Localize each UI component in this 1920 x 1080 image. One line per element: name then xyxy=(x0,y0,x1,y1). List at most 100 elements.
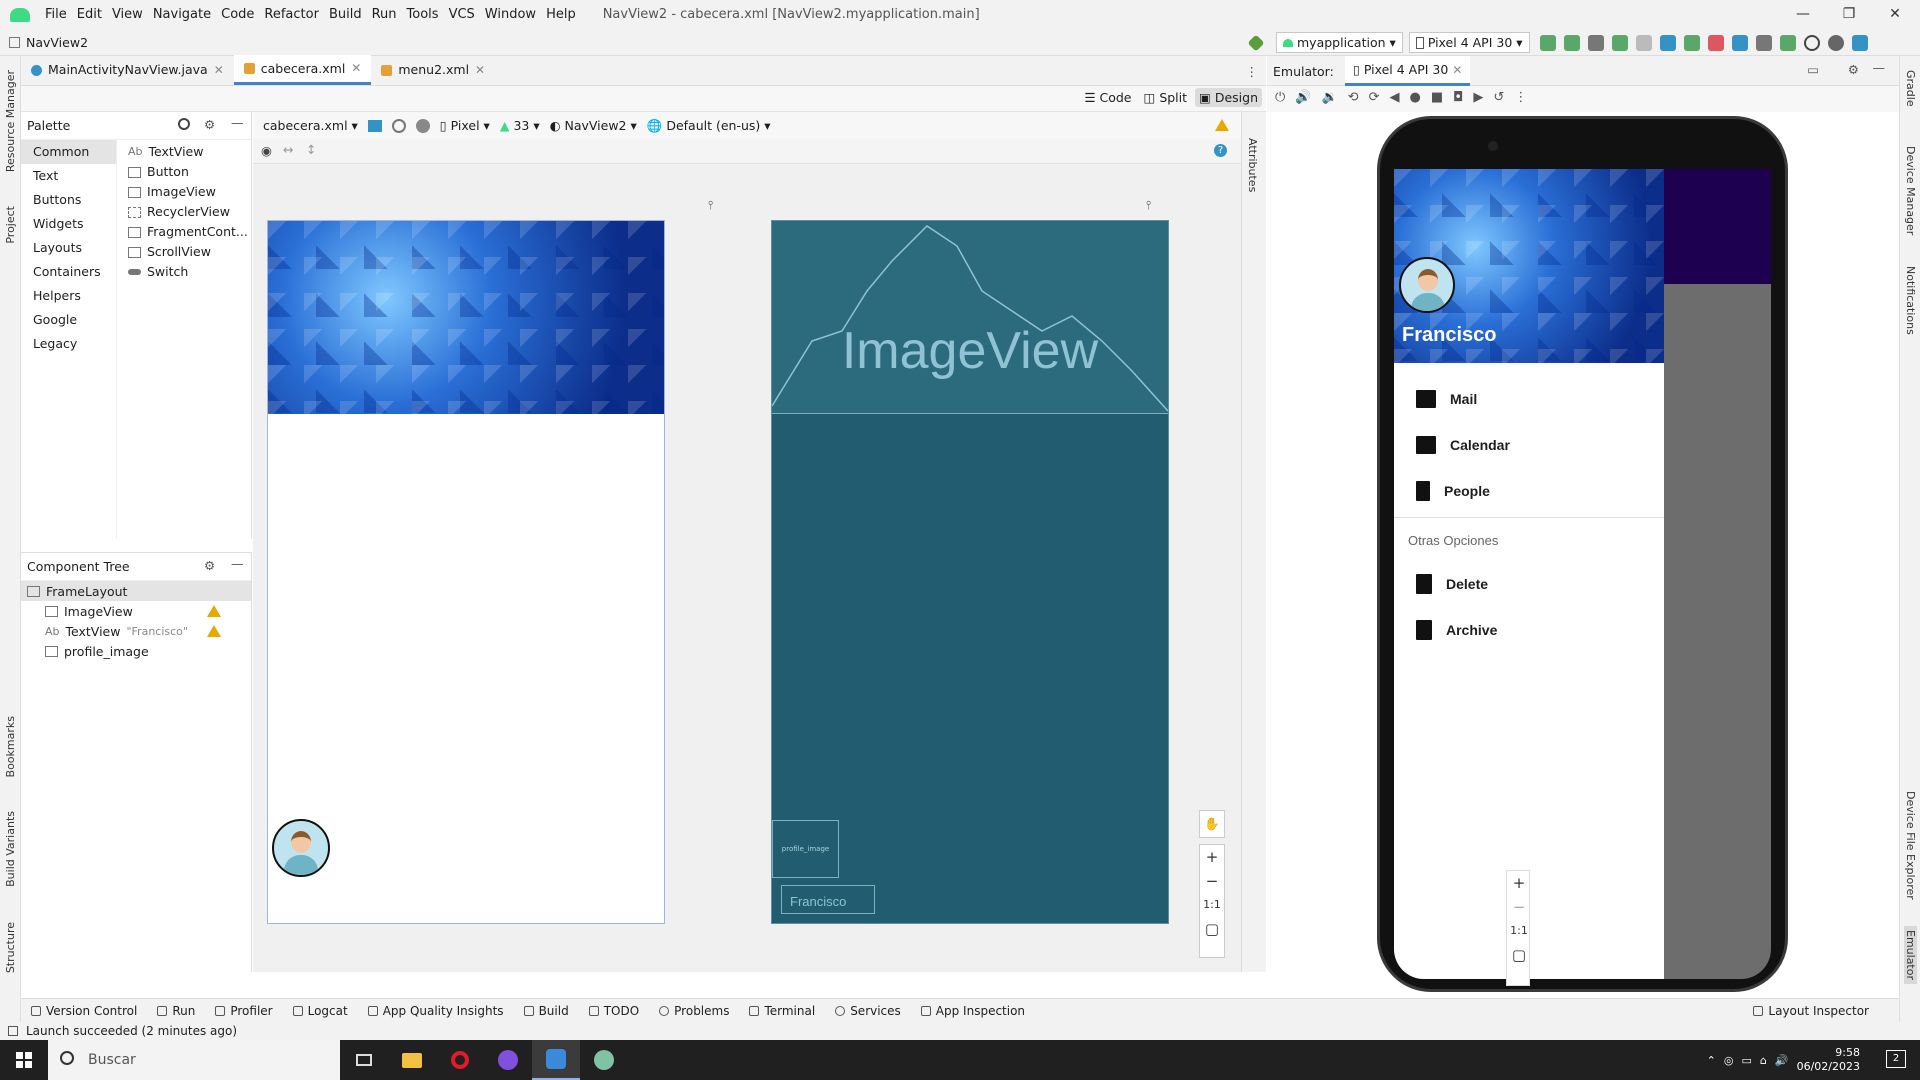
tool-build[interactable]: Build xyxy=(514,1004,579,1018)
tool-run[interactable]: Run xyxy=(147,1004,205,1018)
ide-update-icon[interactable] xyxy=(1851,34,1868,51)
notifications-tab[interactable]: Notifications xyxy=(1904,266,1917,335)
pin-icon[interactable]: ⫯ xyxy=(1146,198,1151,213)
horizontal-resize-icon[interactable]: ↔ xyxy=(283,142,293,157)
notification-center-icon[interactable]: 2 xyxy=(1886,1050,1906,1068)
volume-down-icon[interactable]: 🔉 xyxy=(1321,90,1337,105)
sync-gradle-icon[interactable] xyxy=(1731,34,1748,51)
theme-select[interactable]: ◐ NavView2 ▾ xyxy=(550,118,637,133)
close-window-button[interactable]: ✕ xyxy=(1872,0,1918,29)
bookmarks-tab[interactable]: Bookmarks xyxy=(4,716,17,777)
blueprint-imageview[interactable]: ImageView xyxy=(772,221,1168,414)
attributes-tab[interactable]: Attributes xyxy=(1246,138,1259,192)
tray-display-icon[interactable]: ▭ xyxy=(1742,1054,1752,1067)
pan-hand-icon[interactable]: ✋ xyxy=(1199,810,1225,838)
gear-icon[interactable]: ⚙ xyxy=(204,558,215,573)
category-legacy[interactable]: Legacy xyxy=(21,332,116,356)
tool-version-control[interactable]: Version Control xyxy=(21,1004,147,1018)
attach-debugger-icon[interactable] xyxy=(1635,34,1652,51)
menu-navigate[interactable]: Navigate xyxy=(148,0,216,29)
tree-row-framelayout[interactable]: FrameLayout xyxy=(21,581,251,601)
search-icon[interactable] xyxy=(1803,34,1820,51)
menu-refactor[interactable]: Refactor xyxy=(259,0,324,29)
zoom-in-button[interactable]: + xyxy=(1200,845,1224,869)
category-text[interactable]: Text xyxy=(21,164,116,188)
tray-volume-icon[interactable]: 🔊 xyxy=(1775,1054,1789,1067)
sdk-manager-icon[interactable] xyxy=(1779,34,1796,51)
palette-item-button[interactable]: Button xyxy=(128,162,250,182)
profile-icon[interactable] xyxy=(1659,34,1676,51)
pin-icon[interactable]: ⫯ xyxy=(708,198,713,213)
minimize-panel-icon[interactable]: — xyxy=(231,556,244,571)
emulator-device-tab[interactable]: ▯ Pixel 4 API 30 ✕ xyxy=(1345,56,1471,86)
category-containers[interactable]: Containers xyxy=(21,260,116,284)
api-level-select[interactable]: ▲ 33 ▾ xyxy=(500,118,540,133)
nav-item-people[interactable]: People xyxy=(1394,468,1664,514)
taskbar-emulator[interactable] xyxy=(580,1040,628,1080)
taskbar-android-studio[interactable] xyxy=(532,1040,580,1080)
category-layouts[interactable]: Layouts xyxy=(21,236,116,260)
structure-tab[interactable]: Structure xyxy=(4,922,17,973)
rotate-left-icon[interactable]: ⟲ xyxy=(1348,90,1359,105)
blueprint-profile-image[interactable]: profile_image xyxy=(772,820,839,878)
device-manager-tab[interactable]: Device Manager xyxy=(1904,146,1917,235)
tool-todo[interactable]: TODO xyxy=(579,1004,649,1018)
palette-item-scrollview[interactable]: ScrollView xyxy=(128,242,250,262)
more-tabs-icon[interactable]: ⋮ xyxy=(1246,64,1259,79)
tool-services[interactable]: Services xyxy=(825,1004,911,1018)
device-file-explorer-tab[interactable]: Device File Explorer xyxy=(1904,791,1917,900)
taskbar-opera[interactable] xyxy=(436,1040,484,1080)
zoom-fit-icon[interactable]: ▢ xyxy=(1200,917,1224,941)
zoom-out-button[interactable]: − xyxy=(1507,895,1531,919)
stop-icon[interactable] xyxy=(1707,34,1724,51)
nav-item-archive[interactable]: Archive xyxy=(1394,607,1664,653)
design-mode-button[interactable]: ▣ Design xyxy=(1195,88,1262,107)
gear-icon[interactable]: ⚙ xyxy=(204,117,215,132)
locale-select[interactable]: 🌐 Default (en-us) ▾ xyxy=(647,118,771,134)
close-icon[interactable]: ✕ xyxy=(1452,63,1462,77)
volume-up-icon[interactable]: 🔊 xyxy=(1295,90,1311,105)
hammer-icon[interactable] xyxy=(1247,34,1265,51)
gradle-tab[interactable]: Gradle xyxy=(1904,70,1917,107)
record-icon[interactable]: ▶ xyxy=(1473,90,1483,105)
zoom-actual-button[interactable]: 1:1 xyxy=(1200,893,1224,917)
menu-window[interactable]: Window xyxy=(480,0,541,29)
device-select[interactable]: Pixel 4 API 30 ▾ xyxy=(1408,32,1530,53)
tree-row-imageview[interactable]: ImageView xyxy=(21,601,251,621)
tree-row-textview[interactable]: Ab TextView "Francisco" xyxy=(21,621,251,641)
minimize-panel-icon[interactable]: — xyxy=(1873,60,1886,75)
tree-row-profile-image[interactable]: profile_image xyxy=(21,641,251,661)
close-icon[interactable]: ✕ xyxy=(214,55,224,85)
more-icon[interactable]: ⋮ xyxy=(1514,90,1527,105)
device-manager-icon[interactable] xyxy=(1755,34,1772,51)
run-config-select[interactable]: myapplication ▾ xyxy=(1276,32,1403,53)
restore-layout-icon[interactable]: ▭ xyxy=(1807,62,1819,77)
category-helpers[interactable]: Helpers xyxy=(21,284,116,308)
profile-avatar[interactable] xyxy=(272,819,330,877)
build-variants-tab[interactable]: Build Variants xyxy=(4,811,17,887)
menu-file[interactable]: File xyxy=(40,0,72,29)
nav-item-mail[interactable]: Mail xyxy=(1394,376,1664,422)
menu-code[interactable]: Code xyxy=(216,0,259,29)
minimize-button[interactable]: — xyxy=(1780,0,1826,29)
tool-profiler[interactable]: Profiler xyxy=(205,1004,282,1018)
tray-clock[interactable]: 9:58 06/02/2023 xyxy=(1797,1046,1860,1074)
close-icon[interactable]: ✕ xyxy=(475,55,485,85)
menu-build[interactable]: Build xyxy=(324,0,367,29)
snapshot-icon[interactable]: ↺ xyxy=(1493,90,1504,105)
apply-code-changes-icon[interactable] xyxy=(1563,34,1580,51)
zoom-fit-icon[interactable]: ▢ xyxy=(1507,943,1531,967)
category-buttons[interactable]: Buttons xyxy=(21,188,116,212)
taskbar-github[interactable] xyxy=(484,1040,532,1080)
tool-logcat[interactable]: Logcat xyxy=(283,1004,358,1018)
run-icon[interactable] xyxy=(1683,34,1700,51)
layout-file-select[interactable]: cabecera.xml ▾ xyxy=(263,118,358,133)
orientation-icon[interactable] xyxy=(391,118,406,133)
vertical-resize-icon[interactable]: ↕ xyxy=(306,142,316,157)
code-mode-button[interactable]: ☰ Code xyxy=(1080,88,1135,107)
category-widgets[interactable]: Widgets xyxy=(21,212,116,236)
zoom-in-button[interactable]: + xyxy=(1507,871,1531,895)
minimize-panel-icon[interactable]: — xyxy=(231,115,244,130)
screenshot-icon[interactable]: ◘ xyxy=(1453,90,1463,105)
tool-layout-inspector[interactable]: Layout Inspector xyxy=(1743,1004,1879,1018)
